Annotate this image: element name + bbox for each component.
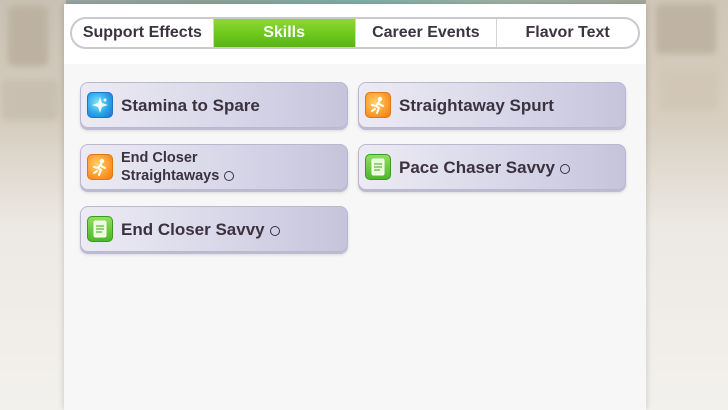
skill-name-text: End Closer Savvy <box>121 219 265 239</box>
tab-skills[interactable]: Skills <box>213 19 356 47</box>
skill-name: End Closer Straightaways <box>121 149 235 185</box>
skill-name: End Closer Savvy <box>121 220 280 239</box>
skill-card-straightaway-spurt[interactable]: Straightaway Spurt <box>358 82 626 128</box>
skill-name-text: Pace Chaser Savvy <box>399 157 555 177</box>
skill-card-pace-chaser-savvy[interactable]: Pace Chaser Savvy <box>358 144 626 190</box>
tab-bar: Support Effects Skills Career Events Fla… <box>70 17 640 49</box>
skill-level-circle-icon <box>559 163 570 174</box>
savvy-skill-icon <box>365 154 391 180</box>
skill-name-line-1: End Closer <box>121 150 198 166</box>
skill-name: Pace Chaser Savvy <box>399 158 570 177</box>
tab-flavor-text[interactable]: Flavor Text <box>497 19 638 47</box>
tab-support-effects[interactable]: Support Effects <box>72 19 214 47</box>
stamina-skill-icon <box>87 92 113 118</box>
skill-name: Stamina to Spare <box>121 95 260 115</box>
skills-panel: Support Effects Skills Career Events Fla… <box>64 4 646 410</box>
skill-name: Straightaway Spurt <box>399 95 554 115</box>
skill-card-end-closer-savvy[interactable]: End Closer Savvy <box>80 206 348 252</box>
speed-skill-icon <box>87 154 113 180</box>
skill-card-stamina-to-spare[interactable]: Stamina to Spare <box>80 82 348 128</box>
skill-level-circle-icon <box>269 225 280 236</box>
background-left <box>0 0 66 410</box>
speed-skill-icon <box>365 92 391 118</box>
tab-career-events[interactable]: Career Events <box>356 19 498 47</box>
background-right <box>646 0 728 410</box>
skill-name-line-2: Straightaways <box>121 168 220 184</box>
skill-card-end-closer-straightaways[interactable]: End Closer Straightaways <box>80 144 348 190</box>
savvy-skill-icon <box>87 216 113 242</box>
skill-level-circle-icon <box>224 171 235 181</box>
